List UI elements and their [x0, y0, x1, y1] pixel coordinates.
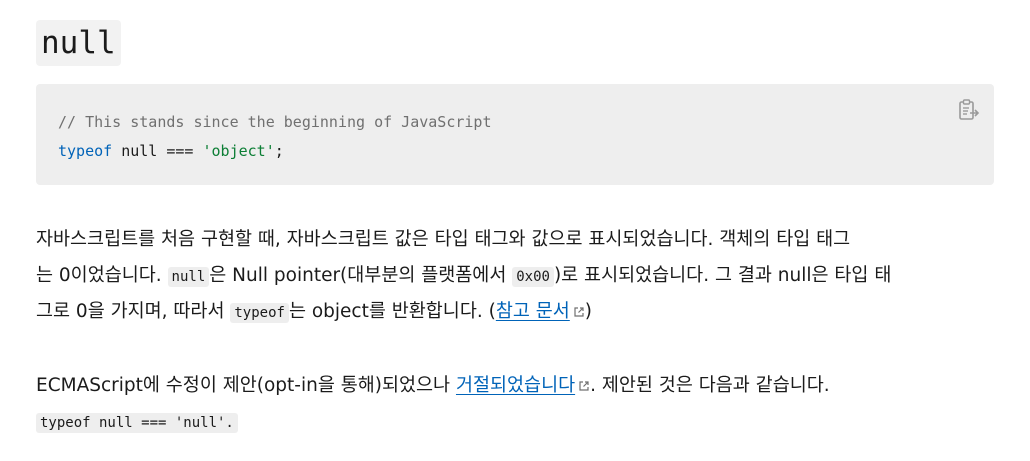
inline-code-proposal: typeof null === 'null'.: [36, 413, 238, 433]
paragraph-line: 는 0이었습니다. null 은 Null pointer(대부분의 플랫폼에서 …: [36, 258, 994, 294]
clipboard-copy-icon: [959, 99, 980, 120]
paragraph-text: 자바스크립트를 처음 구현할 때, 자바스크립트 값은 타입 태그와 값으로 표…: [36, 229, 851, 250]
code-semicolon: ;: [274, 142, 284, 160]
code-keyword: typeof: [58, 142, 113, 160]
reference-doc-link[interactable]: 참고 문서: [496, 301, 570, 322]
code-line-comment: // This stands since the beginning of Ja…: [58, 108, 972, 137]
paragraph-typeof-null-history: 자바스크립트를 처음 구현할 때, 자바스크립트 값은 타입 태그와 값으로 표…: [36, 222, 994, 330]
inline-code-null: null: [167, 267, 210, 287]
paragraph-text: ECMAScript에 수정이 제안(opt-in을 통해)되었으나: [36, 375, 456, 396]
external-link-icon: [579, 381, 589, 391]
code-expression: null ===: [112, 142, 203, 160]
paragraph-text: 그로 0을 가지며, 따라서: [36, 301, 231, 322]
paragraph-text: 는 object를 반환합니다. (: [288, 301, 496, 322]
section-heading: null: [36, 20, 121, 66]
paragraph-text: 은 Null pointer(대부분의 플랫폼에서: [209, 265, 513, 286]
paragraph-text: ): [584, 301, 593, 322]
link-label: 참고 문서: [495, 301, 570, 322]
paragraph-line: ECMAScript에 수정이 제안(opt-in을 통해)되었으나 거절되었습…: [36, 368, 994, 404]
code-block: // This stands since the beginning of Ja…: [36, 84, 994, 185]
code-string: 'object': [202, 142, 275, 160]
paragraph-line: typeof null === 'null'.: [36, 404, 994, 440]
code-line-statement: typeof null === 'object';: [58, 137, 972, 166]
rejected-proposal-link[interactable]: 거절되었습니다: [456, 375, 575, 396]
copy-code-button[interactable]: [956, 97, 982, 123]
paragraph-text: 는 0이었습니다.: [36, 265, 168, 286]
paragraph-line: 그로 0을 가지며, 따라서 typeof 는 object를 반환합니다. (참…: [36, 294, 994, 330]
paragraph-ecmascript-proposal: ECMAScript에 수정이 제안(opt-in을 통해)되었으나 거절되었습…: [36, 368, 994, 440]
paragraph-text: . 제안된 것은 다음과 같습니다.: [590, 375, 830, 396]
paragraph-text: )로 표시되었습니다. 그 결과 null은 타입 태: [553, 265, 892, 286]
paragraph-line: 자바스크립트를 처음 구현할 때, 자바스크립트 값은 타입 태그와 값으로 표…: [36, 222, 994, 258]
inline-code-typeof: typeof: [230, 303, 289, 323]
external-link-icon: [574, 307, 584, 317]
inline-code-0x00: 0x00: [512, 267, 554, 287]
code-comment: // This stands since the beginning of Ja…: [58, 113, 492, 131]
link-label: 거절되었습니다: [455, 375, 576, 396]
